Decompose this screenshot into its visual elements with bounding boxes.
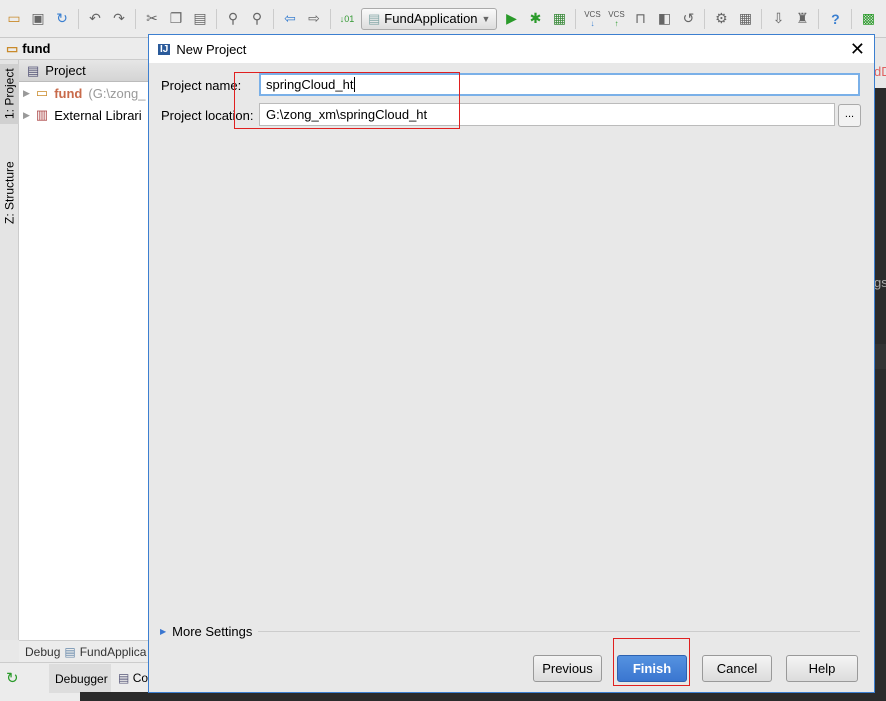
editor-bottom — [80, 692, 886, 701]
project-view-icon: ▤ — [27, 62, 40, 78]
debug-label: Debug — [25, 644, 61, 659]
find-icon[interactable]: ⚲ — [223, 9, 243, 29]
tab-debugger[interactable]: Debugger — [49, 664, 111, 693]
android-icon[interactable]: ♜ — [792, 9, 812, 29]
left-tool-strip: 1: Project Z: Structure — [0, 60, 19, 640]
editor-code-text: gs — [874, 275, 886, 290]
project-view-label: Project — [45, 63, 86, 78]
tree-label: External Librari — [54, 107, 142, 123]
settings-icon[interactable]: ⚙ — [711, 9, 731, 29]
tab-project[interactable]: 1: Project — [0, 64, 19, 124]
structure-icon[interactable]: ▦ — [735, 9, 755, 29]
redo-icon[interactable]: ↷ — [109, 9, 129, 29]
highlight-box-finish — [613, 638, 690, 686]
tree-label: fund — [54, 85, 83, 101]
run-config-select[interactable]: ▤ FundApplication ▼ — [361, 7, 498, 30]
console-icon: ▤ — [118, 671, 130, 685]
dialog-title-bar: IJ New Project ✕ — [149, 35, 874, 63]
debug-bar: Debug ▤ FundApplica — [19, 640, 149, 662]
coverage-icon[interactable]: ▦ — [549, 9, 569, 29]
module-folder-icon: ▭ — [35, 85, 49, 100]
plugin-icon[interactable]: ▩ — [858, 9, 878, 29]
tab-console[interactable]: ▤ Co — [118, 671, 148, 685]
save-icon[interactable]: ▣ — [28, 9, 48, 29]
cut-icon[interactable]: ✂ — [142, 9, 162, 29]
debug-config-tab[interactable]: FundApplica — [80, 645, 147, 659]
expand-arrow-icon[interactable]: ▶ — [23, 88, 30, 99]
highlight-box-fields — [234, 72, 460, 129]
rerun-icon[interactable]: ↻ — [6, 669, 19, 687]
sdk-icon[interactable]: ⇩ — [768, 9, 788, 29]
editor-area — [874, 88, 886, 700]
expand-arrow-icon: ▶ — [160, 627, 167, 636]
more-settings-toggle[interactable]: ▶ More Settings — [160, 624, 860, 639]
tree-item-external-libraries[interactable]: ▶ ▥ External Librari — [19, 104, 149, 126]
undo-icon[interactable]: ↶ — [85, 9, 105, 29]
project-panel-header[interactable]: ▤ Project — [19, 60, 149, 82]
debug-icon[interactable]: ✱ — [525, 9, 545, 29]
chevron-down-icon: ▼ — [481, 13, 491, 24]
editor-tab[interactable]: dD — [874, 60, 886, 88]
history-icon[interactable]: ◧ — [654, 9, 674, 29]
library-icon: ▥ — [35, 107, 49, 122]
breadcrumb-label: fund — [22, 41, 51, 56]
help-icon[interactable]: ? — [825, 9, 845, 29]
main-toolbar: ▭ ▣ ↻ ↶ ↷ ✂ ❐ ▤ ⚲ ⚲ ⇦ ⇨ ↓01 ▤ FundApplic… — [0, 0, 886, 38]
intellij-logo-icon: IJ — [158, 43, 171, 55]
project-panel: ▤ Project ▶ ▭ fund (G:\zong_ ▶ ▥ Externa… — [19, 60, 149, 640]
app-icon: ▤ — [64, 644, 76, 659]
expand-arrow-icon[interactable]: ▶ — [23, 110, 30, 121]
tree-path: (G:\zong_ — [88, 85, 146, 101]
revert-icon[interactable]: ↺ — [678, 9, 698, 29]
run-config-label: FundApplication — [384, 11, 478, 26]
folder-icon: ▭ — [6, 40, 19, 56]
forward-icon[interactable]: ⇨ — [304, 9, 324, 29]
back-icon[interactable]: ⇦ — [280, 9, 300, 29]
new-project-dialog: IJ New Project ✕ Project name: springClo… — [148, 34, 875, 693]
open-icon[interactable]: ▭ — [4, 9, 24, 29]
close-icon[interactable]: ✕ — [850, 39, 865, 60]
run-icon[interactable]: ▶ — [501, 9, 521, 29]
more-settings-label: More Settings — [172, 624, 253, 639]
tree-item-fund[interactable]: ▶ ▭ fund (G:\zong_ — [19, 82, 149, 104]
build-icon[interactable]: ↓01 — [337, 9, 357, 29]
browse-button[interactable]: ... — [838, 104, 861, 127]
dialog-title: New Project — [176, 41, 247, 57]
copy-icon[interactable]: ❐ — [166, 9, 186, 29]
sync-icon[interactable]: ↻ — [52, 9, 72, 29]
project-name-label: Project name: — [161, 78, 242, 93]
replace-icon[interactable]: ⚲ — [247, 9, 267, 29]
lock-icon[interactable]: ⊓ — [630, 9, 650, 29]
help-button[interactable]: Help — [786, 655, 858, 682]
editor-line — [874, 344, 886, 369]
cancel-button[interactable]: Cancel — [702, 655, 772, 682]
vcs-update-icon[interactable]: VCS ↓ — [582, 9, 602, 29]
breadcrumb[interactable]: ▭ fund — [0, 38, 150, 60]
tab-structure[interactable]: Z: Structure — [0, 150, 19, 235]
previous-button[interactable]: Previous — [533, 655, 602, 682]
app-icon: ▤ — [368, 10, 381, 26]
vcs-commit-icon[interactable]: VCS ↑ — [606, 9, 626, 29]
paste-icon[interactable]: ▤ — [190, 9, 210, 29]
